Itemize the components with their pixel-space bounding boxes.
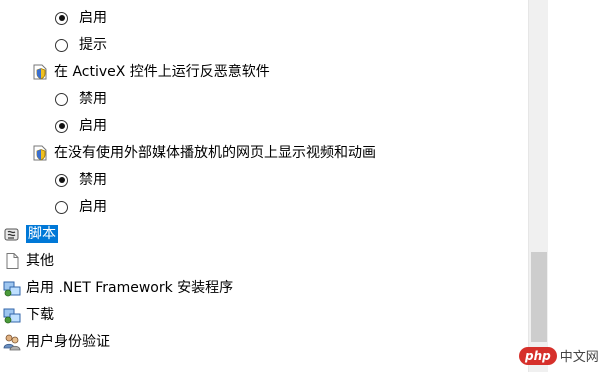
radio-label: 禁用 bbox=[79, 91, 107, 107]
watermark-logo: php bbox=[519, 346, 557, 365]
script-icon bbox=[4, 228, 19, 241]
watermark-text: 中文网 bbox=[559, 350, 599, 365]
radio-option-prompt[interactable]: 提示 bbox=[55, 32, 107, 58]
scrollbar-thumb[interactable] bbox=[531, 252, 547, 342]
radio-label: 禁用 bbox=[79, 172, 107, 188]
radio-label: 启用 bbox=[79, 10, 107, 26]
category-label: 用户身份验证 bbox=[26, 334, 110, 350]
security-settings-tree: 启用 提示 在 ActiveX 控件上运行反恶意软件 禁用 启用 在没有使用外部… bbox=[0, 0, 528, 372]
radio-button[interactable] bbox=[55, 173, 68, 187]
vertical-scrollbar[interactable] bbox=[528, 0, 548, 372]
radio-option-enable[interactable]: 启用 bbox=[55, 113, 107, 139]
security-setting-icon bbox=[33, 145, 47, 161]
category-label: 启用 .NET Framework 安装程序 bbox=[26, 280, 234, 296]
radio-button[interactable] bbox=[55, 92, 68, 106]
watermark: php 中文网 bbox=[519, 346, 599, 365]
radio-option-disable[interactable]: 禁用 bbox=[55, 86, 107, 112]
category-label: 脚本 bbox=[26, 225, 58, 243]
category-misc[interactable]: 其他 bbox=[3, 248, 54, 274]
category-downloads[interactable]: 下载 bbox=[3, 302, 54, 328]
radio-label: 启用 bbox=[79, 199, 107, 215]
category-net-framework-setup[interactable]: 启用 .NET Framework 安装程序 bbox=[3, 275, 233, 301]
category-label: 下载 bbox=[26, 307, 54, 323]
security-setting-icon bbox=[33, 64, 47, 80]
category-scripting[interactable]: 脚本 bbox=[3, 221, 58, 247]
radio-button[interactable] bbox=[55, 38, 68, 52]
users-icon bbox=[3, 334, 21, 351]
radio-option-disable[interactable]: 禁用 bbox=[55, 167, 107, 193]
category-user-authentication[interactable]: 用户身份验证 bbox=[3, 329, 110, 355]
radio-label: 提示 bbox=[79, 37, 107, 53]
download-icon bbox=[3, 308, 21, 324]
radio-option-enable[interactable]: 启用 bbox=[55, 5, 107, 31]
radio-button[interactable] bbox=[55, 200, 68, 214]
setting-label: 在没有使用外部媒体播放机的网页上显示视频和动画 bbox=[54, 145, 376, 161]
radio-label: 启用 bbox=[79, 118, 107, 134]
category-label: 其他 bbox=[26, 253, 54, 269]
right-pane bbox=[548, 0, 600, 372]
net-framework-icon bbox=[3, 281, 21, 297]
radio-button[interactable] bbox=[55, 11, 68, 25]
setting-activex-antimalware[interactable]: 在 ActiveX 控件上运行反恶意软件 bbox=[31, 59, 270, 85]
radio-option-enable[interactable]: 启用 bbox=[55, 194, 107, 220]
setting-show-video-animation[interactable]: 在没有使用外部媒体播放机的网页上显示视频和动画 bbox=[31, 140, 376, 166]
radio-button[interactable] bbox=[55, 119, 68, 133]
document-icon bbox=[6, 253, 19, 269]
setting-label: 在 ActiveX 控件上运行反恶意软件 bbox=[54, 64, 270, 80]
